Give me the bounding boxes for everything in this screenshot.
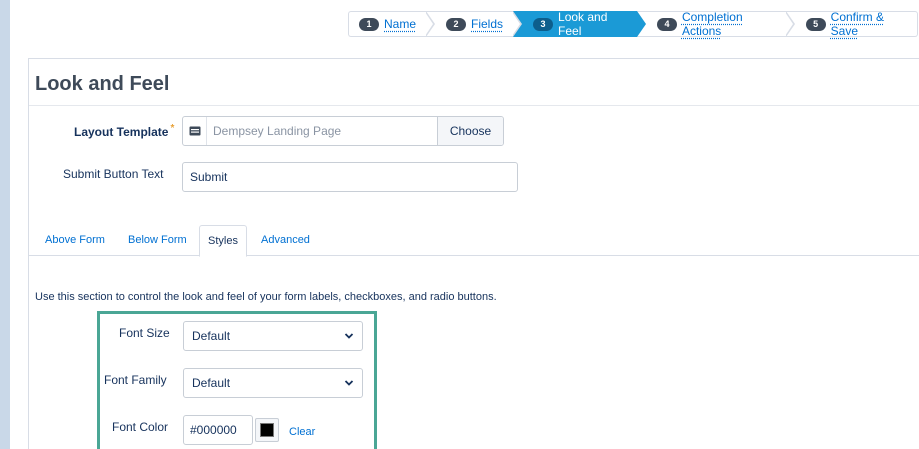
step-look-and-feel[interactable]: 3 Look and Feel xyxy=(513,10,646,38)
step-label: Name xyxy=(384,17,417,31)
submit-button-text-input[interactable]: Submit xyxy=(182,162,518,192)
step-arrow xyxy=(784,11,795,37)
font-size-select[interactable]: Default xyxy=(183,321,363,351)
tab-below-form[interactable]: Below Form xyxy=(128,234,187,246)
clear-color-link[interactable]: Clear xyxy=(289,426,315,438)
submit-button-text-label: Submit Button Text xyxy=(63,167,164,181)
layout-template-placeholder: Dempsey Landing Page xyxy=(213,124,342,138)
title-divider xyxy=(29,105,919,106)
font-color-input[interactable]: #000000 xyxy=(183,415,253,445)
color-swatch-icon xyxy=(260,423,274,437)
step-label: Look and Feel xyxy=(558,10,608,38)
font-family-select[interactable]: Default xyxy=(183,368,363,398)
step-fields[interactable]: 2 Fields xyxy=(426,11,523,37)
font-color-label: Font Color xyxy=(112,420,169,434)
chevron-down-icon xyxy=(344,333,354,339)
chevron-down-icon xyxy=(344,380,354,386)
content-tabs: Above Form Below Form Styles Advanced xyxy=(29,225,919,257)
font-family-value: Default xyxy=(192,376,231,390)
font-size-label: Font Size xyxy=(119,326,170,340)
tab-above-form[interactable]: Above Form xyxy=(45,234,105,246)
step-number: 5 xyxy=(805,17,826,31)
step-number: 2 xyxy=(446,17,467,31)
step-number: 1 xyxy=(359,17,379,31)
step-label: Completion Actions xyxy=(681,10,743,38)
page: 1 Name 2 Fields 3 Look and Feel 4 Comple… xyxy=(10,0,919,449)
choose-button[interactable]: Choose xyxy=(437,117,503,145)
step-label: Fields xyxy=(471,17,504,31)
step-name[interactable]: 1 Name xyxy=(348,11,436,37)
tab-advanced[interactable]: Advanced xyxy=(261,234,310,246)
styles-highlight-box: Font Size Default Font Family Default Fo… xyxy=(97,311,377,449)
look-and-feel-panel: Look and Feel Layout Template * Dempsey L… xyxy=(28,58,919,449)
layout-template-label-text: Layout Template xyxy=(74,125,169,139)
step-number: 4 xyxy=(656,17,677,31)
styles-help-text: Use this section to control the look and… xyxy=(35,291,497,303)
step-number: 3 xyxy=(533,17,554,31)
step-label: Confirm & Save xyxy=(830,10,885,38)
color-picker-button[interactable] xyxy=(255,418,279,442)
layout-template-label: Layout Template * xyxy=(74,123,174,139)
layout-template-field[interactable]: Dempsey Landing Page Choose xyxy=(182,116,504,146)
step-arrow xyxy=(425,11,436,37)
step-arrow xyxy=(635,11,646,37)
page-title: Look and Feel xyxy=(35,73,170,95)
font-family-label: Font Family xyxy=(104,373,167,387)
required-marker: * xyxy=(170,123,175,134)
step-arrow xyxy=(512,11,523,37)
wizard-steps: 1 Name 2 Fields 3 Look and Feel 4 Comple… xyxy=(348,10,918,38)
tab-styles[interactable]: Styles xyxy=(199,225,247,257)
font-size-value: Default xyxy=(192,329,231,343)
step-confirm-save[interactable]: 5 Confirm & Save xyxy=(785,10,918,38)
step-completion-actions[interactable]: 4 Completion Actions xyxy=(636,10,795,38)
layout-template-icon xyxy=(183,117,207,145)
